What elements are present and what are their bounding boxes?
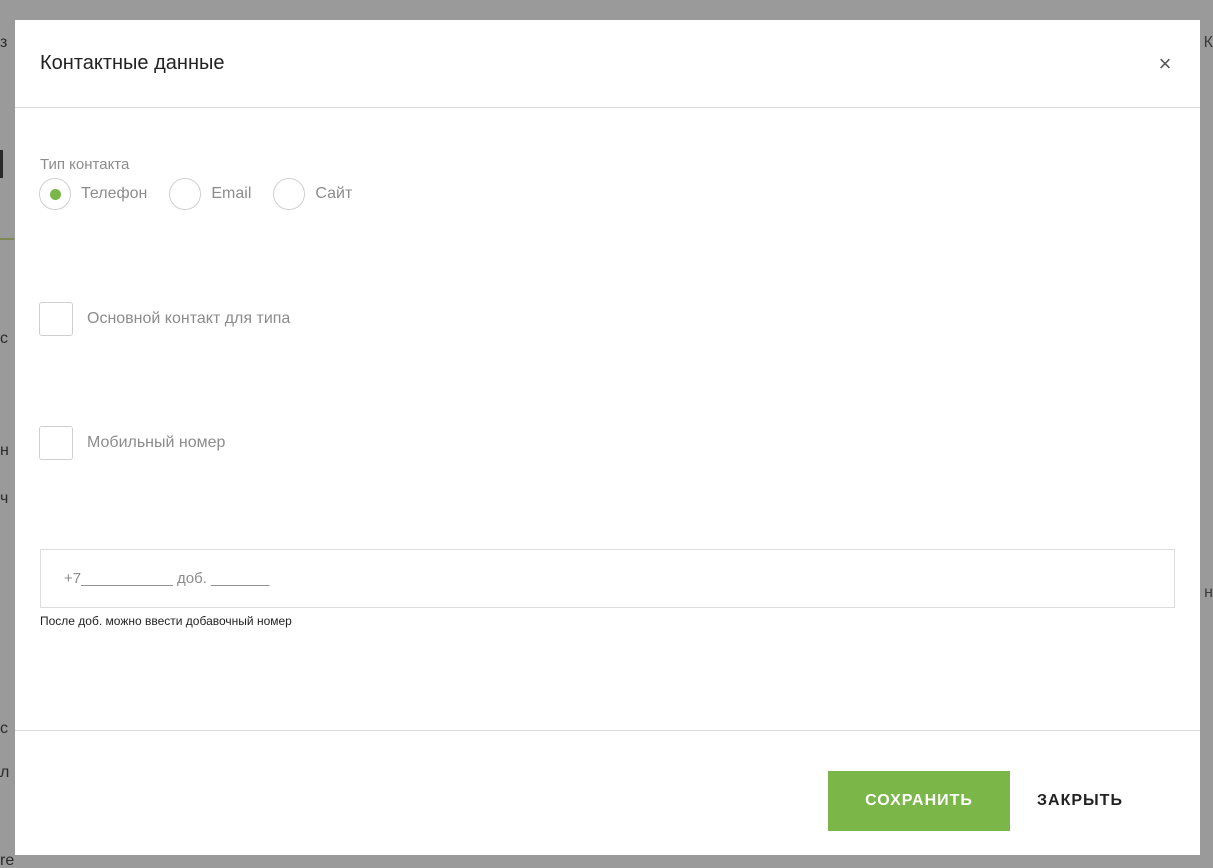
dialog-body: Тип контакта Телефон Email Сайт Основной… — [15, 108, 1200, 730]
mobile-number-checkbox[interactable] — [39, 426, 73, 460]
radio-circle[interactable] — [273, 178, 306, 210]
contact-data-dialog: Контактные данные × Тип контакта Телефон… — [15, 20, 1200, 855]
close-button[interactable]: ЗАКРЫТЬ — [1027, 771, 1157, 831]
bg-text-fragment: с — [0, 330, 8, 347]
bg-text-fragment: з — [0, 34, 8, 51]
main-contact-label: Основной контакт для типа — [87, 310, 291, 327]
dialog-header: Контактные данные × — [15, 20, 1200, 108]
main-contact-checkbox-row[interactable]: Основной контакт для типа — [39, 302, 290, 336]
extension-hint: После доб. можно ввести добавочный номер — [40, 614, 292, 628]
bg-text-fragment: re — [0, 852, 15, 868]
bg-text-fragment: ч — [0, 490, 9, 507]
radio-site-label: Сайт — [315, 185, 353, 202]
main-contact-checkbox[interactable] — [39, 302, 73, 336]
bg-text-fragment: н — [0, 442, 9, 459]
close-icon[interactable]: × — [1155, 52, 1175, 75]
radio-phone[interactable]: Телефон — [39, 178, 147, 210]
radio-circle[interactable] — [39, 178, 71, 210]
radio-site[interactable]: Сайт — [273, 178, 352, 210]
bg-divider — [0, 238, 14, 240]
save-button[interactable]: СОХРАНИТЬ — [828, 771, 1010, 831]
radio-phone-label: Телефон — [81, 185, 148, 202]
radio-email[interactable]: Email — [169, 178, 251, 210]
mobile-number-checkbox-row[interactable]: Мобильный номер — [39, 426, 225, 460]
radio-circle[interactable] — [169, 178, 202, 210]
phone-number-input[interactable] — [40, 549, 1175, 608]
bg-text-fragment: л — [0, 764, 10, 781]
bg-text-fragment: с — [0, 720, 8, 737]
contact-type-radio-group: Телефон Email Сайт — [39, 178, 374, 210]
dialog-title: Контактные данные — [40, 52, 225, 74]
bg-text-fragment: н — [1204, 584, 1213, 601]
bg-divider — [0, 150, 3, 178]
radio-selected-dot — [49, 188, 61, 200]
dialog-footer: СОХРАНИТЬ ЗАКРЫТЬ — [15, 730, 1200, 855]
mobile-number-label: Мобильный номер — [87, 434, 226, 451]
contact-type-label: Тип контакта — [40, 156, 130, 173]
bg-text-fragment: К — [1203, 34, 1213, 51]
radio-email-label: Email — [211, 185, 252, 202]
